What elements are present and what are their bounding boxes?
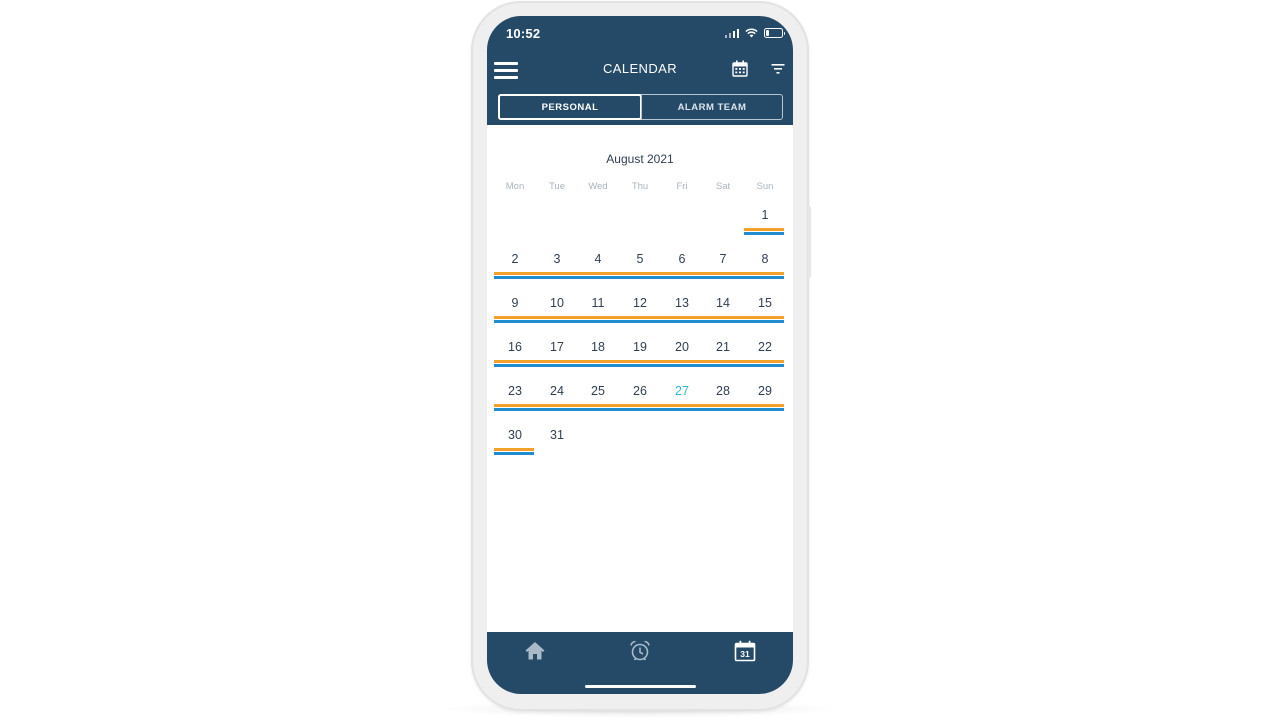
calendar-day[interactable]: 13 [661, 296, 703, 312]
calendar-day[interactable]: 8 [744, 252, 786, 268]
event-marker-blue [494, 452, 534, 455]
calendar-day[interactable]: 14 [702, 296, 744, 312]
event-marker-blue [494, 320, 784, 323]
calendar-day[interactable]: 3 [536, 252, 578, 268]
calendar-day[interactable]: 25 [577, 384, 619, 400]
calendar-day[interactable]: 19 [619, 340, 661, 356]
nav-home-button[interactable] [524, 640, 546, 662]
calendar-day[interactable]: 6 [661, 252, 703, 268]
calendar-day[interactable]: 15 [744, 296, 786, 312]
calendar-day[interactable]: 5 [619, 252, 661, 268]
event-marker-blue [494, 276, 784, 279]
calendar-day[interactable]: 4 [577, 252, 619, 268]
calendar-day[interactable]: 12 [619, 296, 661, 312]
calendar-day[interactable]: 27 [661, 384, 703, 400]
phone-side-button [808, 206, 811, 278]
event-marker-orange [494, 404, 784, 407]
calendar-day[interactable]: 26 [619, 384, 661, 400]
calendar-day[interactable]: 10 [536, 296, 578, 312]
calendar-day[interactable]: 30 [494, 428, 536, 444]
calendar-day[interactable]: 7 [702, 252, 744, 268]
nav-calendar-date: 31 [740, 649, 750, 659]
event-marker-blue [494, 408, 784, 411]
calendar-day[interactable]: 1 [744, 208, 786, 224]
event-marker-orange [494, 448, 534, 451]
calendar-grid: 1 2 3 4 5 6 7 8 9 10 11 12 13 14 15 16 17 18 19 20 21 22 23 24 2… [494, 16, 786, 516]
phone-screen: 10:52 CALENDAR PERSONAL ALARM TEAM Augus… [487, 16, 793, 694]
calendar-day[interactable]: 2 [494, 252, 536, 268]
event-marker-blue [494, 364, 784, 367]
event-marker-orange [494, 272, 784, 275]
calendar-day[interactable]: 29 [744, 384, 786, 400]
event-marker-blue [744, 232, 784, 235]
calendar-day[interactable]: 22 [744, 340, 786, 356]
calendar-day[interactable]: 16 [494, 340, 536, 356]
calendar-day[interactable]: 24 [536, 384, 578, 400]
calendar-day[interactable]: 20 [661, 340, 703, 356]
calendar-day[interactable]: 23 [494, 384, 536, 400]
calendar-day[interactable]: 28 [702, 384, 744, 400]
event-marker-orange [494, 360, 784, 363]
nav-alarm-button[interactable] [629, 640, 651, 662]
calendar-day[interactable]: 17 [536, 340, 578, 356]
calendar-day[interactable]: 21 [702, 340, 744, 356]
event-marker-orange [494, 316, 784, 319]
calendar-day[interactable]: 18 [577, 340, 619, 356]
calendar-day[interactable]: 11 [577, 296, 619, 312]
home-indicator [585, 685, 696, 688]
event-marker-orange [744, 228, 784, 231]
calendar-day[interactable]: 31 [536, 428, 578, 444]
nav-calendar-button[interactable]: 31 [734, 640, 756, 662]
calendar-day[interactable]: 9 [494, 296, 536, 312]
